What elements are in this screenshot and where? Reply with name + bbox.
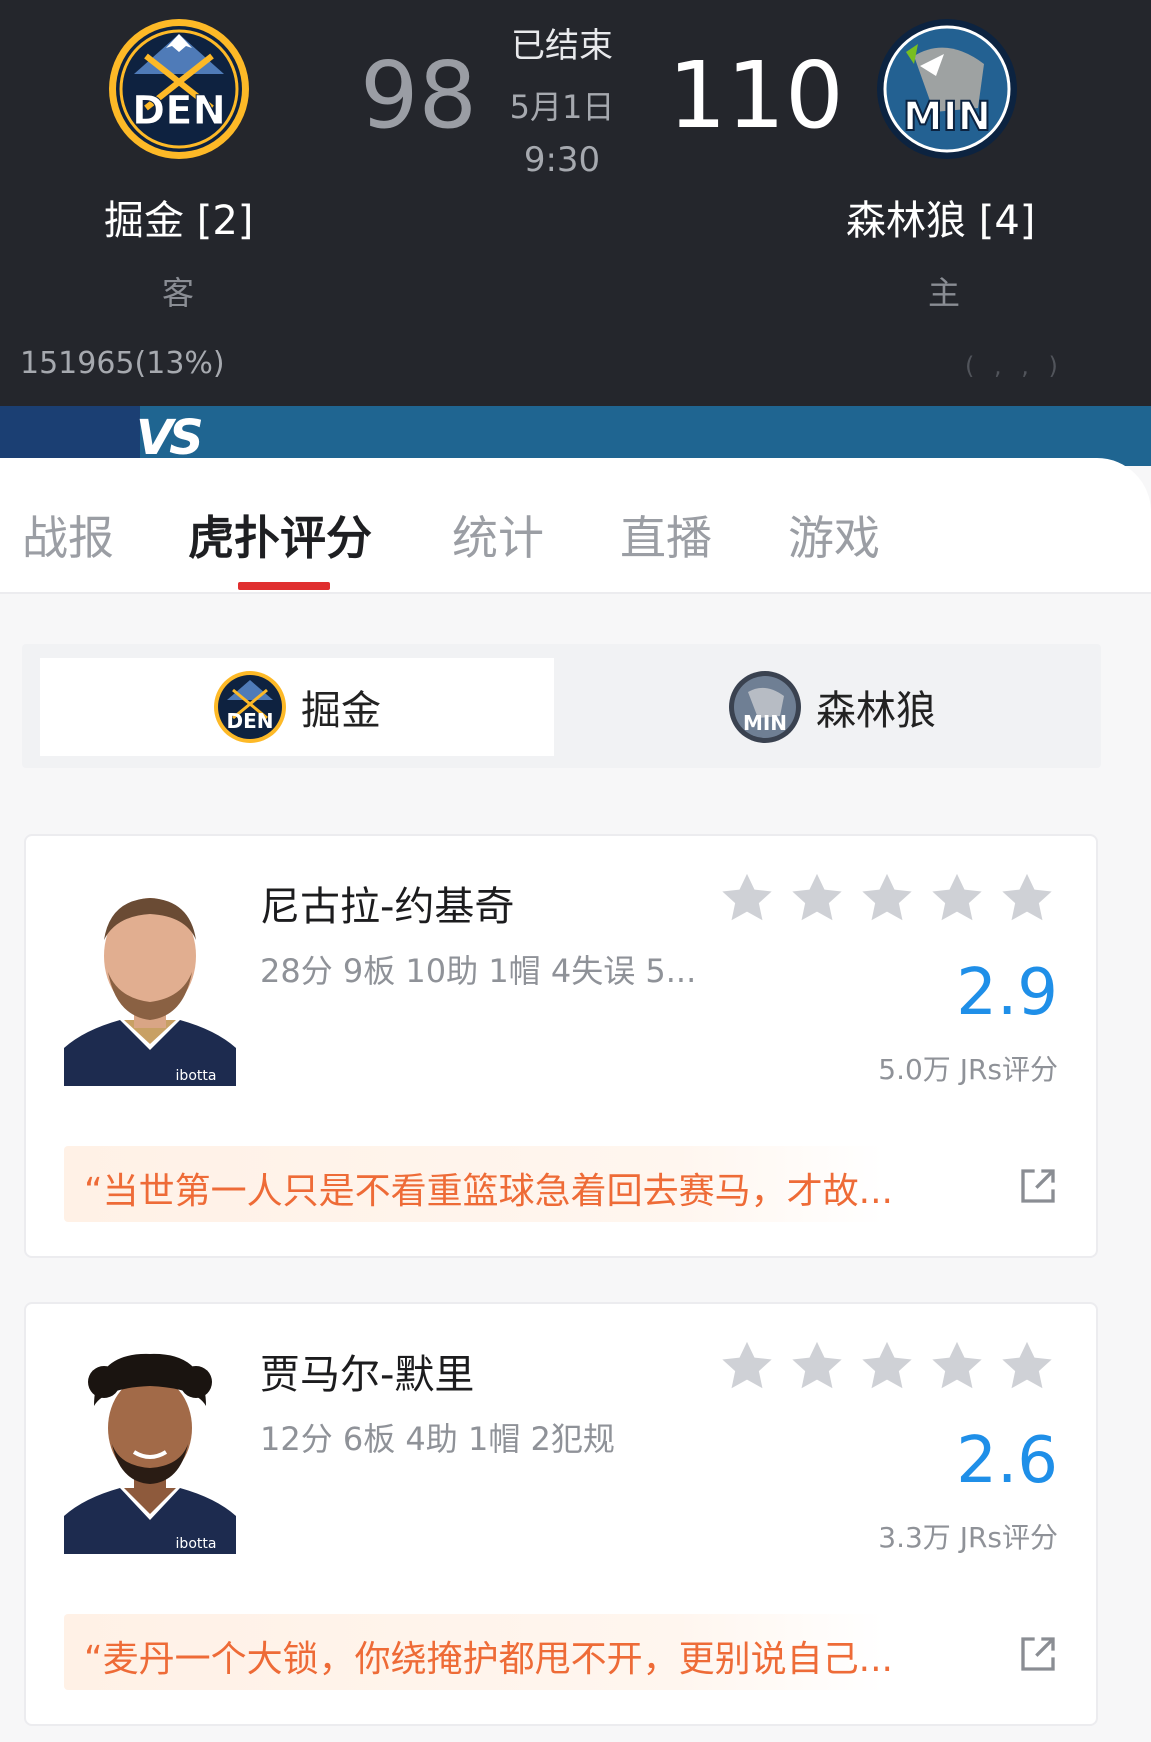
player-rating-score: 2.9 — [956, 956, 1058, 1030]
player-rating-card[interactable]: ibotta 尼古拉-约基奇 28分 9板 10助 1帽 4失误 5... 2.… — [24, 834, 1098, 1258]
jersey-sponsor-text: ibotta — [176, 1536, 217, 1552]
star-icon[interactable] — [718, 1338, 776, 1396]
rating-stars[interactable] — [718, 870, 1056, 928]
away-support-count: 151965(13%) — [20, 346, 225, 381]
star-icon[interactable] — [928, 870, 986, 928]
team-switch-nuggets-label: 掘金 — [301, 688, 381, 734]
top-comment[interactable]: “麦丹一个大锁，你绕掩护都甩不开，更别说自己... — [64, 1614, 893, 1690]
player-stats-line: 28分 9板 10助 1帽 4失误 5... — [260, 952, 697, 990]
external-share-icon[interactable] — [1018, 1634, 1058, 1674]
timberwolves-small-logo: MIN — [729, 671, 801, 743]
star-icon[interactable] — [788, 870, 846, 928]
team-switch-nuggets[interactable]: DEN 掘金 — [40, 658, 554, 756]
tab-stats[interactable]: 统计 — [452, 502, 544, 568]
top-comment[interactable]: “当世第一人只是不看重篮球急着回去赛马，才故... — [64, 1146, 893, 1222]
min-small-logo-text: MIN — [743, 711, 787, 735]
star-icon[interactable] — [998, 1338, 1056, 1396]
tab-bar: 战报 虎扑评分 统计 直播 游戏 — [0, 458, 1151, 594]
tab-report[interactable]: 战报 — [22, 502, 114, 568]
tab-live[interactable]: 直播 — [620, 502, 712, 568]
star-icon[interactable] — [858, 1338, 916, 1396]
rating-count: 5.0万 JRs评分 — [878, 1053, 1058, 1086]
den-logo-text: DEN — [132, 88, 226, 134]
star-icon[interactable] — [928, 1338, 986, 1396]
vs-away-fill — [0, 406, 140, 466]
player-avatar: ibotta — [64, 898, 236, 1086]
star-icon[interactable] — [788, 1338, 846, 1396]
active-tab-indicator — [238, 582, 330, 590]
star-icon[interactable] — [718, 870, 776, 928]
player-name[interactable]: 贾马尔-默里 — [260, 1342, 474, 1400]
den-small-logo-text: DEN — [226, 709, 273, 733]
away-role-label: 客 — [162, 274, 195, 312]
team-switch-timberwolves[interactable]: MIN 森林狼 — [578, 658, 1086, 756]
timberwolves-logo: MIN — [877, 19, 1017, 159]
team-switch: DEN 掘金 MIN 森林狼 — [22, 644, 1101, 768]
match-status: 已结束 — [511, 26, 613, 66]
jersey-sponsor-text: ibotta — [176, 1068, 217, 1084]
external-share-icon[interactable] — [1018, 1166, 1058, 1206]
player-avatar: ibotta — [64, 1353, 236, 1554]
home-role-label: 主 — [928, 274, 961, 312]
player-rating-card[interactable]: ibotta 贾马尔-默里 12分 6板 4助 1帽 2犯规 2.6 3.3万 … — [24, 1302, 1098, 1726]
top-comment-text: “麦丹一个大锁，你绕掩护都甩不开，更别说自己... — [84, 1639, 893, 1680]
vs-support-bar: VS — [0, 406, 1151, 466]
team-switch-timberwolves-label: 森林狼 — [816, 688, 936, 734]
rating-count: 3.3万 JRs评分 — [878, 1521, 1058, 1554]
player-rating-score: 2.6 — [956, 1424, 1058, 1498]
home-score: 110 — [668, 42, 844, 149]
match-time: 9:30 — [523, 140, 601, 180]
home-support-count: ( , , ) — [965, 352, 1064, 380]
nuggets-logo: DEN — [109, 19, 249, 159]
top-comment-text: “当世第一人只是不看重篮球急着回去赛马，才故... — [84, 1171, 893, 1212]
away-team-name[interactable]: 掘金 [2] — [104, 188, 253, 246]
star-icon[interactable] — [858, 870, 916, 928]
nuggets-small-logo: DEN — [214, 671, 286, 743]
rating-stars[interactable] — [718, 1338, 1056, 1396]
match-header: DEN MIN 掘金 [2] 客 森林狼 [4] 主 98 110 已结束 5月… — [0, 0, 1151, 406]
player-stats-line: 12分 6板 4助 1帽 2犯规 — [260, 1420, 615, 1458]
tab-hupu-rating[interactable]: 虎扑评分 — [188, 502, 372, 568]
match-date: 5月1日 — [509, 88, 615, 126]
min-logo-text: MIN — [903, 94, 991, 140]
player-name[interactable]: 尼古拉-约基奇 — [260, 874, 514, 932]
home-team-name[interactable]: 森林狼 [4] — [846, 188, 1035, 246]
tab-games[interactable]: 游戏 — [788, 502, 880, 568]
star-icon[interactable] — [998, 870, 1056, 928]
away-score: 98 — [360, 42, 478, 149]
